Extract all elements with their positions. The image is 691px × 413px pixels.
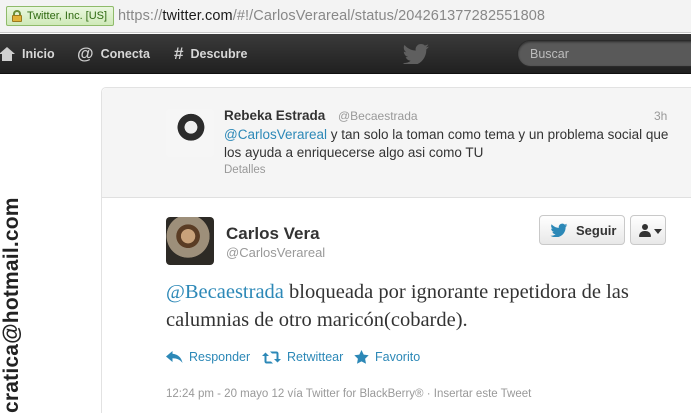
tweet-permalink-container: Rebeka Estrada @Becaestrada 3h @CarlosVe… [101, 87, 691, 413]
at-sign-icon: @ [77, 44, 94, 63]
mention-link[interactable]: @Becaestrada [166, 281, 284, 303]
url-text[interactable]: https://twitter.com/#!/CarlosVerareal/st… [118, 7, 545, 25]
star-icon [354, 350, 369, 364]
vertical-email-watermark: cratica@hotmail.com [0, 197, 23, 413]
person-icon [639, 224, 651, 237]
home-icon [0, 47, 15, 61]
reply-tweet-text: @CarlosVerareal y tan solo la toman como… [224, 126, 674, 162]
in-reply-to-tweet[interactable]: Rebeka Estrada @Becaestrada 3h @CarlosVe… [102, 88, 691, 198]
main-tweet-text: @Becaestrada bloqueada por ignorante rep… [166, 278, 676, 334]
site-identity-badge[interactable]: Twitter, Inc. [US] [6, 6, 115, 26]
reply-button[interactable]: Responder [166, 350, 250, 364]
retweet-button[interactable]: Retwittear [262, 350, 343, 364]
main-tweet: Carlos Vera @CarlosVerareal Seguir @Beca… [102, 199, 691, 413]
search-input[interactable] [530, 45, 680, 63]
page: Twitter, Inc. [US] https://twitter.com/#… [0, 0, 691, 413]
nav-connect[interactable]: @ Conecta [77, 34, 150, 74]
follow-button[interactable]: Seguir [539, 215, 625, 245]
address-bar[interactable]: Twitter, Inc. [US] https://twitter.com/#… [0, 0, 691, 33]
mention-link[interactable]: @CarlosVerareal [224, 127, 327, 142]
nav-discover[interactable]: # Descubre [174, 34, 247, 74]
tweet-metadata: 12:24 pm - 20 mayo 12 vía Twitter for Bl… [166, 388, 532, 400]
avatar[interactable] [166, 109, 214, 157]
nav-discover-label: Descubre [190, 47, 248, 61]
url-scheme: https:// [118, 8, 163, 24]
url-path: /#!/CarlosVerareal/status/20426137728255… [232, 8, 546, 24]
twitter-bird-icon [550, 223, 568, 237]
follow-button-label: Seguir [576, 222, 617, 238]
retweet-icon [262, 351, 281, 363]
main-author-name[interactable]: Carlos Vera [226, 224, 320, 244]
reply-timestamp[interactable]: 3h [654, 109, 667, 123]
nav-connect-label: Conecta [100, 47, 150, 61]
hashtag-icon: # [174, 44, 184, 63]
reply-arrow-icon [166, 350, 183, 363]
retweet-label: Retwittear [287, 350, 344, 364]
reply-label: Responder [189, 350, 251, 364]
site-identity-label: Twitter, Inc. [US] [27, 10, 108, 22]
avatar[interactable] [166, 217, 214, 265]
main-author-handle[interactable]: @CarlosVerareal [226, 245, 325, 260]
search-box[interactable] [517, 40, 691, 67]
favorite-label: Favorito [375, 350, 421, 364]
nav-home-label: Inicio [22, 47, 55, 61]
user-actions-dropdown[interactable] [630, 215, 666, 245]
caret-down-icon [654, 229, 662, 234]
twitter-bird-icon[interactable] [402, 44, 430, 64]
reply-author-name[interactable]: Rebeka Estrada [224, 108, 325, 123]
details-link[interactable]: Detalles [224, 164, 266, 176]
lock-icon [12, 10, 22, 22]
favorite-button[interactable]: Favorito [354, 350, 420, 364]
nav-home[interactable]: Inicio [0, 34, 55, 74]
reply-author-handle[interactable]: @Becaestrada [338, 109, 418, 123]
url-host: twitter.com [162, 8, 233, 24]
